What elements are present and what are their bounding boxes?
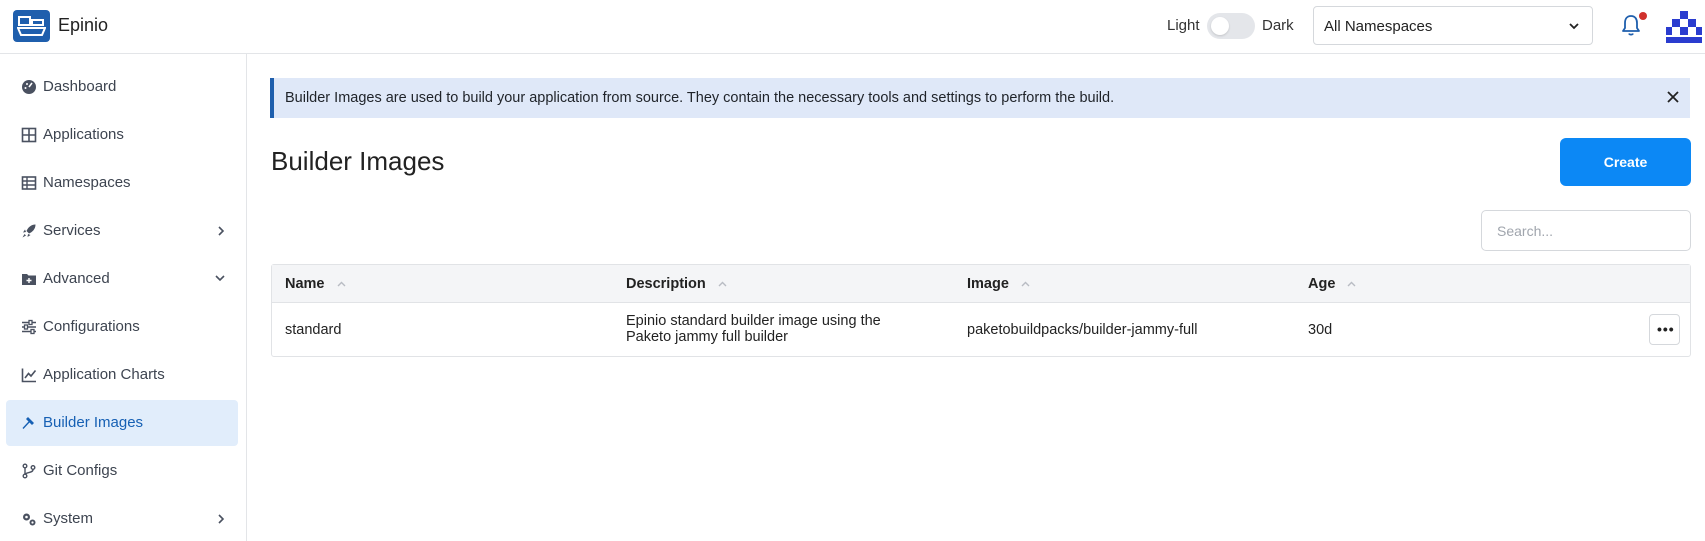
cell-image: paketobuildpacks/builder-jammy-full (967, 322, 1198, 338)
sidebar-item-label: Applications (43, 126, 124, 143)
sidebar-item-label: Services (43, 222, 101, 239)
chevron-down-icon (215, 275, 225, 282)
chevron-right-icon (218, 514, 225, 524)
column-header-label: Image (967, 276, 1009, 292)
theme-dark-label: Dark (1262, 17, 1294, 34)
row-actions-button[interactable]: ••• (1649, 314, 1680, 345)
sidebar-item-advanced[interactable]: Advanced (6, 256, 238, 302)
table-row[interactable]: standard Epinio standard builder image u… (272, 303, 1690, 357)
banner-text: Builder Images are used to build your ap… (285, 90, 1115, 106)
toggle-knob (1211, 17, 1229, 35)
sidebar-item-git-configs[interactable]: Git Configs (6, 448, 238, 494)
builder-images-table: Name Description Image Age standard Epin… (271, 264, 1691, 357)
notification-badge (1639, 12, 1647, 20)
cell-description: Epinio standard builder image using the … (626, 313, 926, 345)
table-header: Name Description Image Age (272, 265, 1690, 303)
sidebar-item-label: Configurations (43, 318, 140, 335)
theme-light-label: Light (1167, 17, 1200, 34)
hammer-icon (22, 417, 34, 429)
cell-name: standard (285, 322, 342, 338)
column-header-image[interactable]: Image (967, 276, 1030, 292)
sidebar-item-namespaces[interactable]: Namespaces (6, 160, 238, 206)
top-header: Epinio Light Dark All Namespaces (0, 0, 1705, 54)
column-header-label: Description (626, 276, 706, 292)
sidebar-item-label: Builder Images (43, 414, 144, 431)
search-input[interactable] (1481, 210, 1691, 251)
sort-icon (1021, 281, 1030, 287)
namespace-select-value: All Namespaces (1324, 18, 1433, 35)
description-line: Paketo jammy full builder (626, 329, 788, 345)
namespace-select[interactable]: All Namespaces (1313, 6, 1593, 45)
chevron-right-icon (218, 226, 225, 236)
column-header-label: Age (1308, 276, 1336, 292)
gears-icon (23, 513, 36, 526)
sliders-icon (22, 319, 36, 335)
create-button[interactable]: Create (1560, 138, 1691, 186)
chevron-down-icon (1569, 23, 1579, 30)
more-icon: ••• (1657, 321, 1675, 337)
sort-icon (1347, 281, 1356, 287)
sidebar-item-label: Dashboard (43, 78, 117, 95)
column-header-age[interactable]: Age (1308, 276, 1356, 292)
sort-icon (718, 281, 727, 287)
namespaces-icon (21, 176, 37, 190)
info-banner: Builder Images are used to build your ap… (270, 78, 1690, 118)
chart-icon (21, 368, 37, 383)
avatar[interactable] (1666, 9, 1702, 45)
sidebar-item-label: Git Configs (43, 462, 118, 479)
sidebar-item-dashboard[interactable]: Dashboard (6, 64, 238, 110)
sidebar-item-label: System (43, 510, 94, 527)
theme-toggle[interactable] (1207, 13, 1255, 39)
sidebar-item-applications[interactable]: Applications (6, 112, 238, 158)
sidebar-item-services[interactable]: Services (6, 208, 238, 254)
page-title: Builder Images (271, 146, 445, 176)
column-header-label: Name (285, 276, 325, 292)
column-header-name[interactable]: Name (285, 276, 346, 292)
description-line: Epinio standard builder image using the (626, 313, 881, 329)
rocket-icon (22, 224, 36, 238)
sidebar-item-application-charts[interactable]: Application Charts (6, 352, 238, 398)
sidebar-item-builder-images[interactable]: Builder Images (6, 400, 238, 446)
applications-icon (21, 127, 37, 143)
sidebar-item-label: Namespaces (43, 174, 131, 191)
cell-age: 30d (1308, 322, 1333, 338)
sidebar: Dashboard Applications Namespaces Servic… (0, 54, 247, 541)
folder-icon (22, 274, 36, 285)
epinio-logo-icon[interactable] (13, 10, 50, 42)
sidebar-item-configurations[interactable]: Configurations (6, 304, 238, 350)
sidebar-item-label: Application Charts (43, 366, 165, 383)
column-header-description[interactable]: Description (626, 276, 727, 292)
git-branch-icon (22, 463, 36, 479)
sort-icon (337, 281, 346, 287)
dashboard-icon (22, 80, 36, 94)
sidebar-item-system[interactable]: System (6, 496, 238, 541)
app-name[interactable]: Epinio (58, 15, 108, 36)
close-icon[interactable] (1666, 90, 1680, 104)
sidebar-item-label: Advanced (43, 270, 110, 287)
